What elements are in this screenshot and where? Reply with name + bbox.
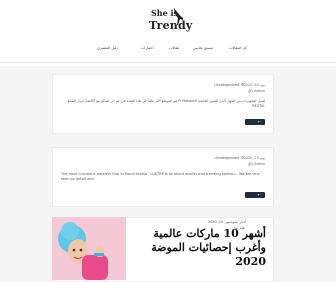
post-date: 2020 ,20 يون — [208, 220, 230, 224]
nav-item-buyers-guide[interactable]: دليل المشترى — [97, 46, 118, 50]
post-title[interactable]: أشهر 10 ماركات عالمية وأغرب إحصائيات الم… — [130, 227, 266, 269]
woman-portrait-image — [52, 217, 126, 280]
category-dot-icon — [241, 156, 244, 159]
logo-text-line2: Trendy — [149, 19, 193, 32]
nav-item-outfit-styling[interactable]: تنسيق ملابس — [193, 46, 213, 50]
post-author[interactable]: By Admin — [249, 89, 265, 93]
arrow-left-icon: ← — [257, 192, 261, 197]
post-category[interactable]: Uncategorized — [214, 156, 239, 160]
post-date: 2020 ,20 يون — [243, 83, 265, 87]
post-thumbnail[interactable] — [52, 217, 126, 280]
author-avatar-icon — [248, 89, 251, 93]
read-more-button[interactable]: ← — [245, 192, 265, 198]
main-nav: كل المقالات تنسيق ملابس مقالات اختيارات … — [0, 42, 336, 56]
nav-item-articles[interactable]: مقالات — [169, 46, 179, 50]
post-category[interactable]: أخبار الموضة — [228, 220, 246, 224]
post-category[interactable]: Uncategorized — [214, 83, 239, 87]
post-author[interactable]: By Admin — [249, 162, 265, 166]
header-divider — [0, 62, 336, 63]
post-date: 2020 ,20 يون — [243, 156, 265, 160]
post-card: 2020 ,20 يون Uncategorized By Admin The … — [52, 147, 274, 207]
read-more-button[interactable]: ← — [245, 119, 265, 125]
author-avatar-icon — [248, 162, 251, 166]
post-excerpt: لعمل التجهيزات من الجهاز الذي الصور الخا… — [67, 99, 265, 108]
post-card: 2020 ,20 يون Uncategorized By Admin لعمل… — [52, 74, 274, 134]
nav-item-all-articles[interactable]: كل المقالات — [229, 46, 247, 50]
site-logo[interactable]: She is Trendy — [149, 6, 193, 40]
category-dot-icon — [241, 83, 244, 86]
post-excerpt: The most Luxurious Jewelers Hub in Saudi… — [61, 172, 261, 181]
arrow-left-icon: ← — [257, 119, 261, 124]
site-header: She is Trendy كل المقالات تنسيق ملابس مق… — [0, 0, 336, 66]
nav-item-choices[interactable]: اختيارات — [141, 46, 154, 50]
